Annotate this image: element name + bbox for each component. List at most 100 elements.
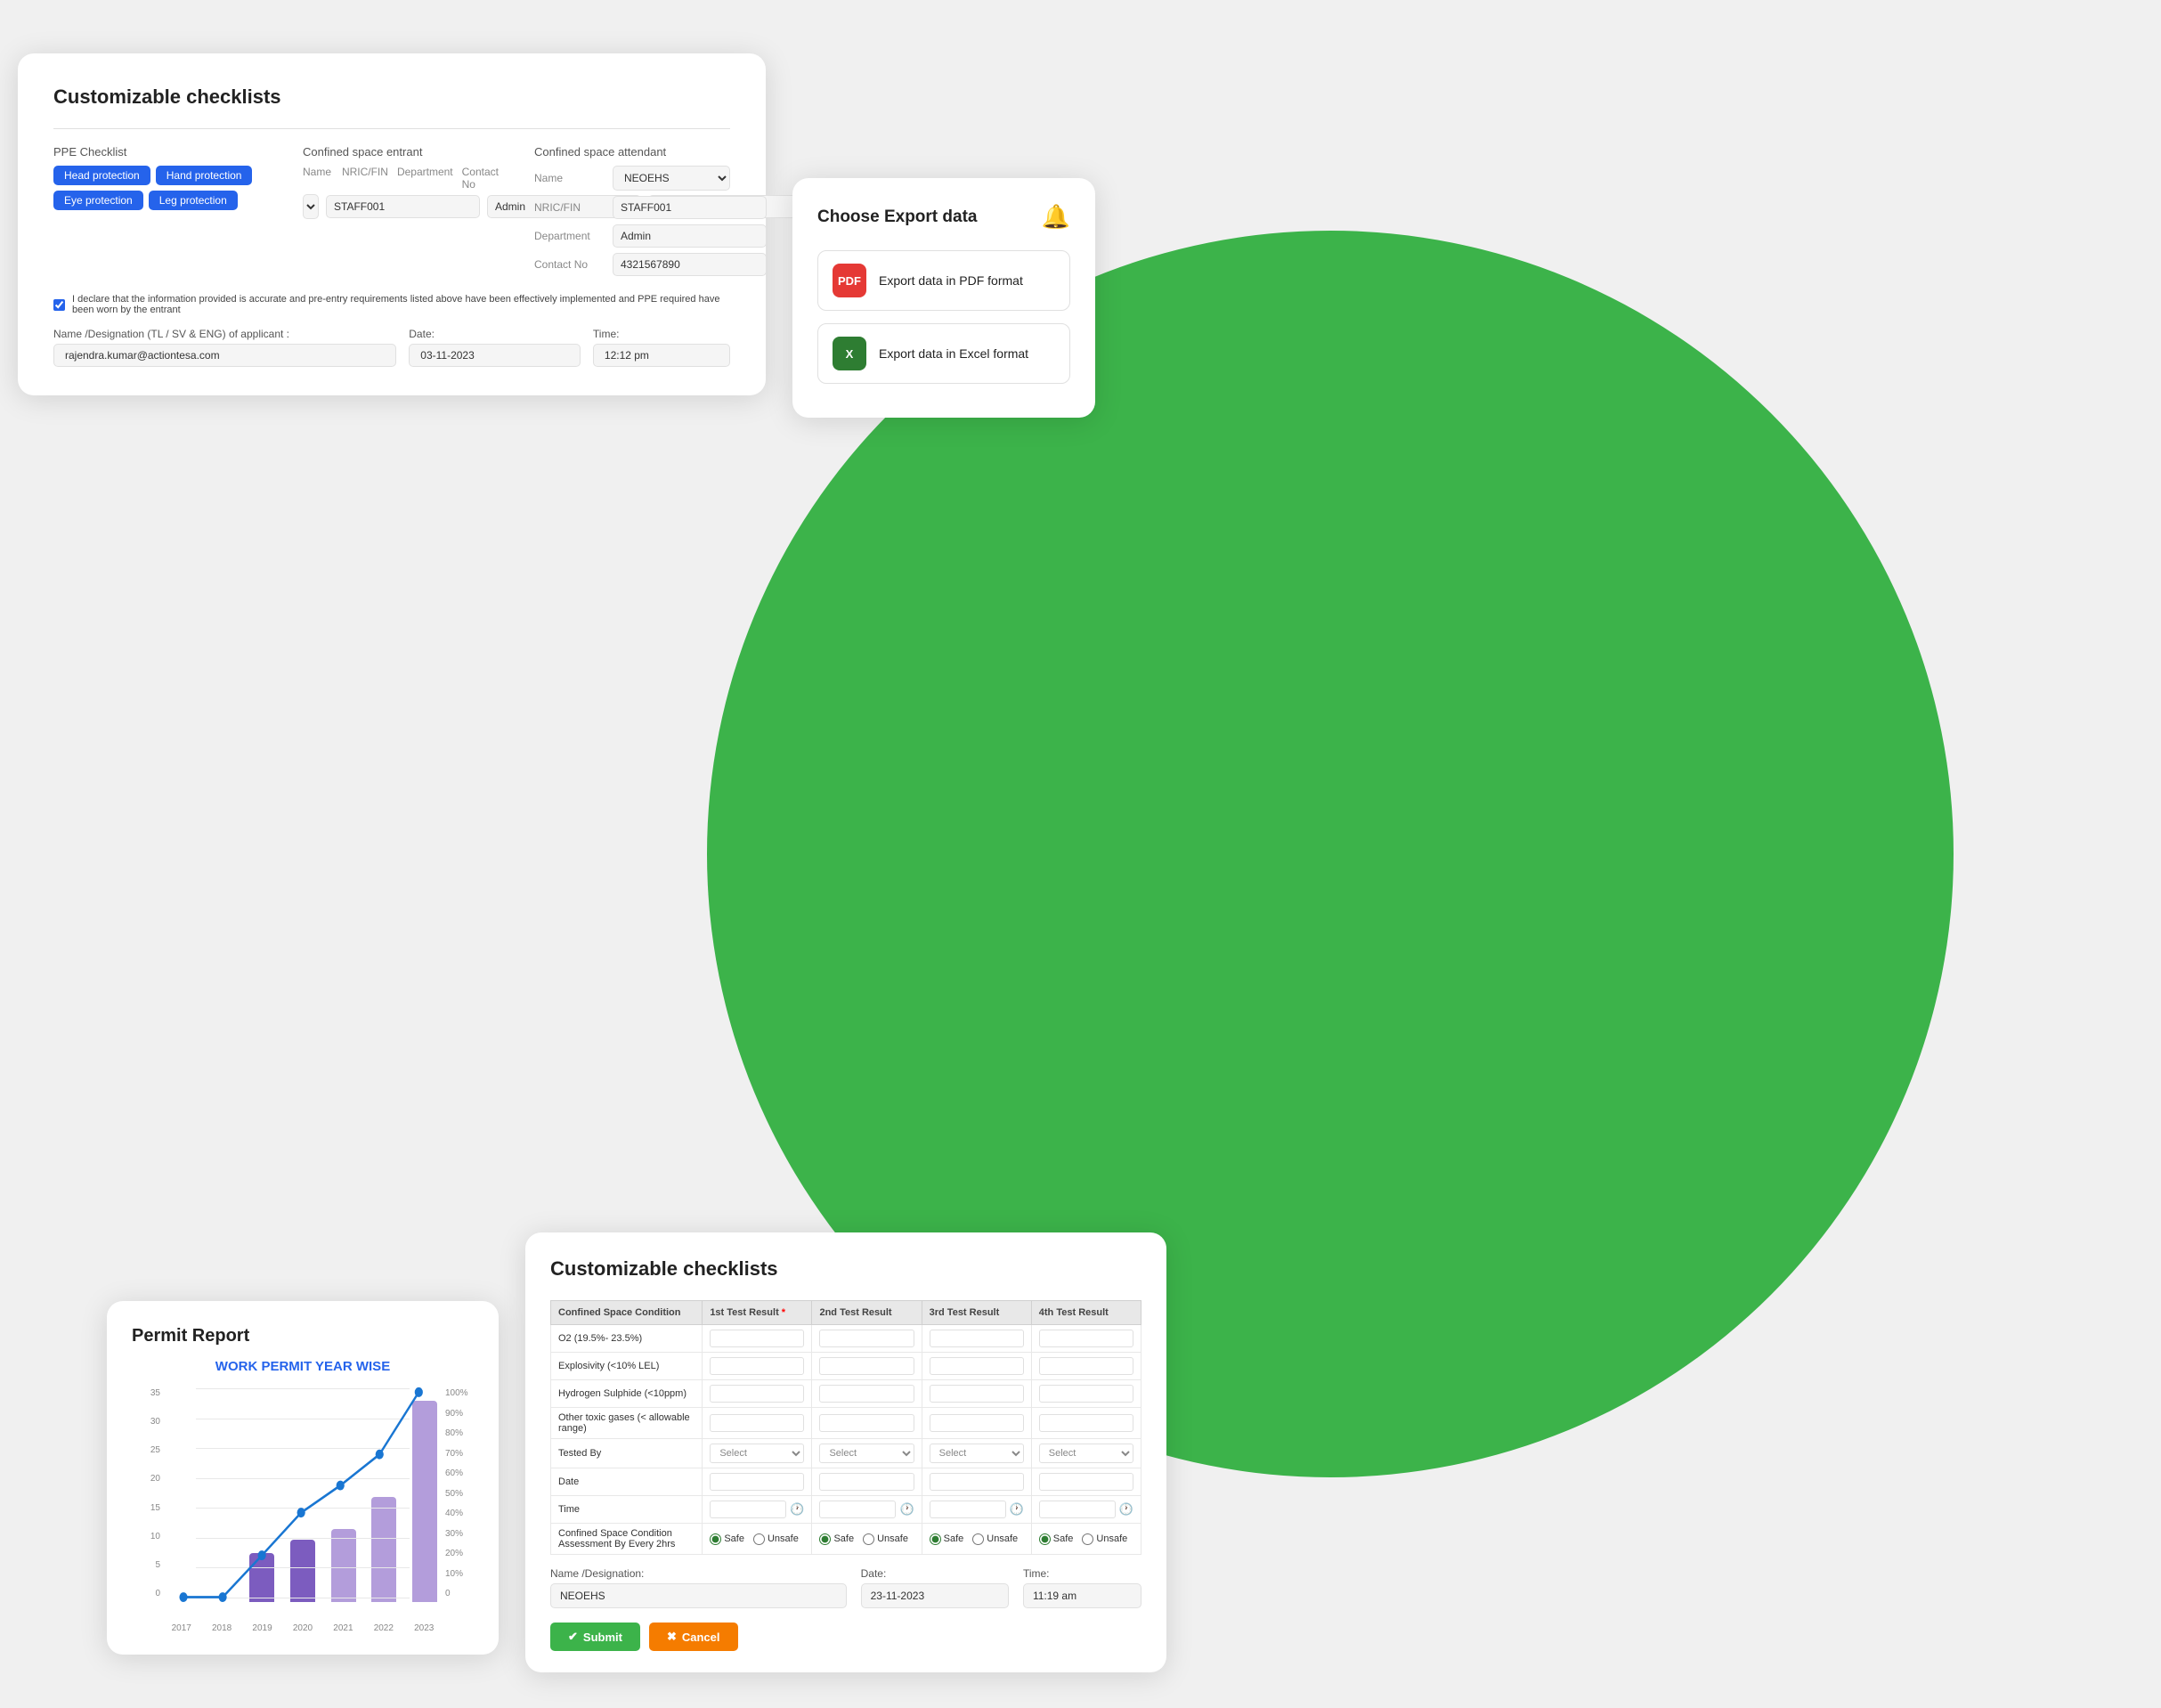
- panel-bottom-title: Customizable checklists: [550, 1257, 1141, 1281]
- dot-2018: [218, 1592, 226, 1602]
- test4-toxic[interactable]: [1039, 1414, 1133, 1432]
- line-chart-svg: [164, 1388, 442, 1602]
- ppe-tags: Head protection Hand protection Eye prot…: [53, 166, 285, 210]
- time-field-input[interactable]: [593, 344, 730, 367]
- radio-unsafe-4[interactable]: [1082, 1533, 1093, 1545]
- submit-button[interactable]: ✔ Submit: [550, 1623, 640, 1651]
- test2-explosivity[interactable]: [819, 1357, 914, 1375]
- cancel-button[interactable]: ✖ Cancel: [649, 1623, 738, 1651]
- bottom-name-input[interactable]: [550, 1583, 847, 1608]
- tested-by-select-1[interactable]: Select: [710, 1444, 804, 1463]
- table-row: Explosivity (<10% LEL): [551, 1353, 1141, 1380]
- date-field-input[interactable]: [409, 344, 581, 367]
- th-3rd: 3rd Test Result: [922, 1301, 1031, 1325]
- test2-h2s[interactable]: [819, 1385, 914, 1403]
- ppe-tag-head: Head protection: [53, 166, 150, 185]
- test1-h2s[interactable]: [710, 1385, 804, 1403]
- declaration-checkbox[interactable]: [53, 299, 65, 311]
- confined-space-attendant-section: Confined space attendant Name NEOEHS NRI…: [534, 145, 730, 281]
- export-excel-label: Export data in Excel format: [879, 346, 1028, 361]
- date-input-2[interactable]: [819, 1473, 914, 1491]
- test4-explosivity[interactable]: [1039, 1357, 1133, 1375]
- y-label-20: 20: [150, 1474, 160, 1484]
- test1-explosivity[interactable]: [710, 1357, 804, 1375]
- test2-o2[interactable]: [819, 1330, 914, 1347]
- att-nric-label: NRIC/FIN: [534, 201, 605, 214]
- date-input-4[interactable]: [1039, 1473, 1133, 1491]
- test4-h2s[interactable]: [1039, 1385, 1133, 1403]
- clock-icon-1: 🕐: [790, 1502, 804, 1517]
- x-2023: 2023: [407, 1623, 442, 1633]
- radio-safe-4[interactable]: [1039, 1533, 1051, 1545]
- ppe-tag-hand: Hand protection: [156, 166, 253, 185]
- radio-unsafe-1[interactable]: [753, 1533, 765, 1545]
- excel-icon: X: [833, 337, 866, 370]
- bottom-date-label: Date:: [861, 1567, 1009, 1580]
- export-pdf-option[interactable]: PDF Export data in PDF format: [817, 250, 1070, 311]
- time-input-1[interactable]: [710, 1501, 786, 1518]
- test2-toxic[interactable]: [819, 1414, 914, 1432]
- panel-customizable-checklists-top: Customizable checklists PPE Checklist He…: [18, 53, 766, 395]
- time-field-label: Time:: [593, 328, 730, 340]
- test3-o2[interactable]: [930, 1330, 1024, 1347]
- time-input-4[interactable]: [1039, 1501, 1116, 1518]
- test3-toxic[interactable]: [930, 1414, 1024, 1432]
- attendant-name-select[interactable]: NEOEHS: [613, 166, 730, 191]
- entrant-name-select[interactable]: NEOEHS: [303, 194, 319, 219]
- conditions-table: Confined Space Condition 1st Test Result…: [550, 1300, 1141, 1555]
- tested-by-select-3[interactable]: Select: [930, 1444, 1024, 1463]
- tested-by-select-2[interactable]: Select: [819, 1444, 914, 1463]
- table-row: Hydrogen Sulphide (<10ppm): [551, 1380, 1141, 1408]
- tested-by-select-4[interactable]: Select: [1039, 1444, 1133, 1463]
- entrant-nric-input[interactable]: [326, 195, 480, 218]
- condition-explosivity: Explosivity (<10% LEL): [551, 1353, 703, 1380]
- test4-o2[interactable]: [1039, 1330, 1133, 1347]
- test3-h2s[interactable]: [930, 1385, 1024, 1403]
- name-field-label: Name /Designation (TL / SV & ENG) of app…: [53, 328, 396, 340]
- name-field-input[interactable]: [53, 344, 396, 367]
- radio-group-2: Safe Unsafe: [819, 1533, 914, 1545]
- radio-safe-2[interactable]: [819, 1533, 831, 1545]
- dot-2023: [415, 1387, 423, 1397]
- y-label-35: 35: [150, 1388, 160, 1398]
- radio-group-3: Safe Unsafe: [930, 1533, 1024, 1545]
- y-axis-left: 35 30 25 20 15 10 5 0: [132, 1388, 164, 1598]
- condition-toxic: Other toxic gases (< allowable range): [551, 1408, 703, 1439]
- dot-2019: [258, 1550, 266, 1560]
- cancel-icon: ✖: [667, 1630, 677, 1644]
- name-date-time-row: Name /Designation (TL / SV & ENG) of app…: [53, 328, 730, 367]
- th-2nd: 2nd Test Result: [812, 1301, 922, 1325]
- confined-space-entrant-section: Confined space entrant Name NRIC/FIN Dep…: [303, 145, 499, 281]
- declaration-row: I declare that the information provided …: [53, 294, 730, 315]
- date-field-label: Date:: [409, 328, 581, 340]
- th-1st: 1st Test Result: [703, 1301, 812, 1325]
- y-axis-right: 100% 90% 80% 70% 60% 50% 40% 30% 20% 10%…: [442, 1388, 474, 1598]
- condition-h2s: Hydrogen Sulphide (<10ppm): [551, 1380, 703, 1408]
- time-label-cell: Time: [551, 1496, 703, 1524]
- radio-safe-1[interactable]: [710, 1533, 721, 1545]
- bottom-time-input[interactable]: [1023, 1583, 1141, 1608]
- submit-label: Submit: [583, 1631, 622, 1644]
- unsafe-label-3: Unsafe: [987, 1533, 1018, 1544]
- time-input-3[interactable]: [930, 1501, 1006, 1518]
- table-row: O2 (19.5%- 23.5%): [551, 1325, 1141, 1353]
- attendant-contact-input[interactable]: [613, 253, 767, 276]
- x-2022: 2022: [366, 1623, 401, 1633]
- test1-o2[interactable]: [710, 1330, 804, 1347]
- chart-title: WORK PERMIT YEAR WISE: [132, 1359, 474, 1374]
- radio-unsafe-2[interactable]: [863, 1533, 874, 1545]
- attendant-nric-input[interactable]: [613, 196, 767, 219]
- date-input-3[interactable]: [930, 1473, 1024, 1491]
- test3-explosivity[interactable]: [930, 1357, 1024, 1375]
- test1-toxic[interactable]: [710, 1414, 804, 1432]
- y-label-25: 25: [150, 1445, 160, 1455]
- export-excel-option[interactable]: X Export data in Excel format: [817, 323, 1070, 384]
- ppe-checklist-section: PPE Checklist Head protection Hand prote…: [53, 145, 285, 281]
- radio-unsafe-3[interactable]: [972, 1533, 984, 1545]
- radio-safe-3[interactable]: [930, 1533, 941, 1545]
- bottom-date-input[interactable]: [861, 1583, 1009, 1608]
- attendant-dept-input[interactable]: [613, 224, 767, 248]
- date-input-1[interactable]: [710, 1473, 804, 1491]
- time-input-2[interactable]: [819, 1501, 896, 1518]
- unsafe-label-1: Unsafe: [768, 1533, 799, 1544]
